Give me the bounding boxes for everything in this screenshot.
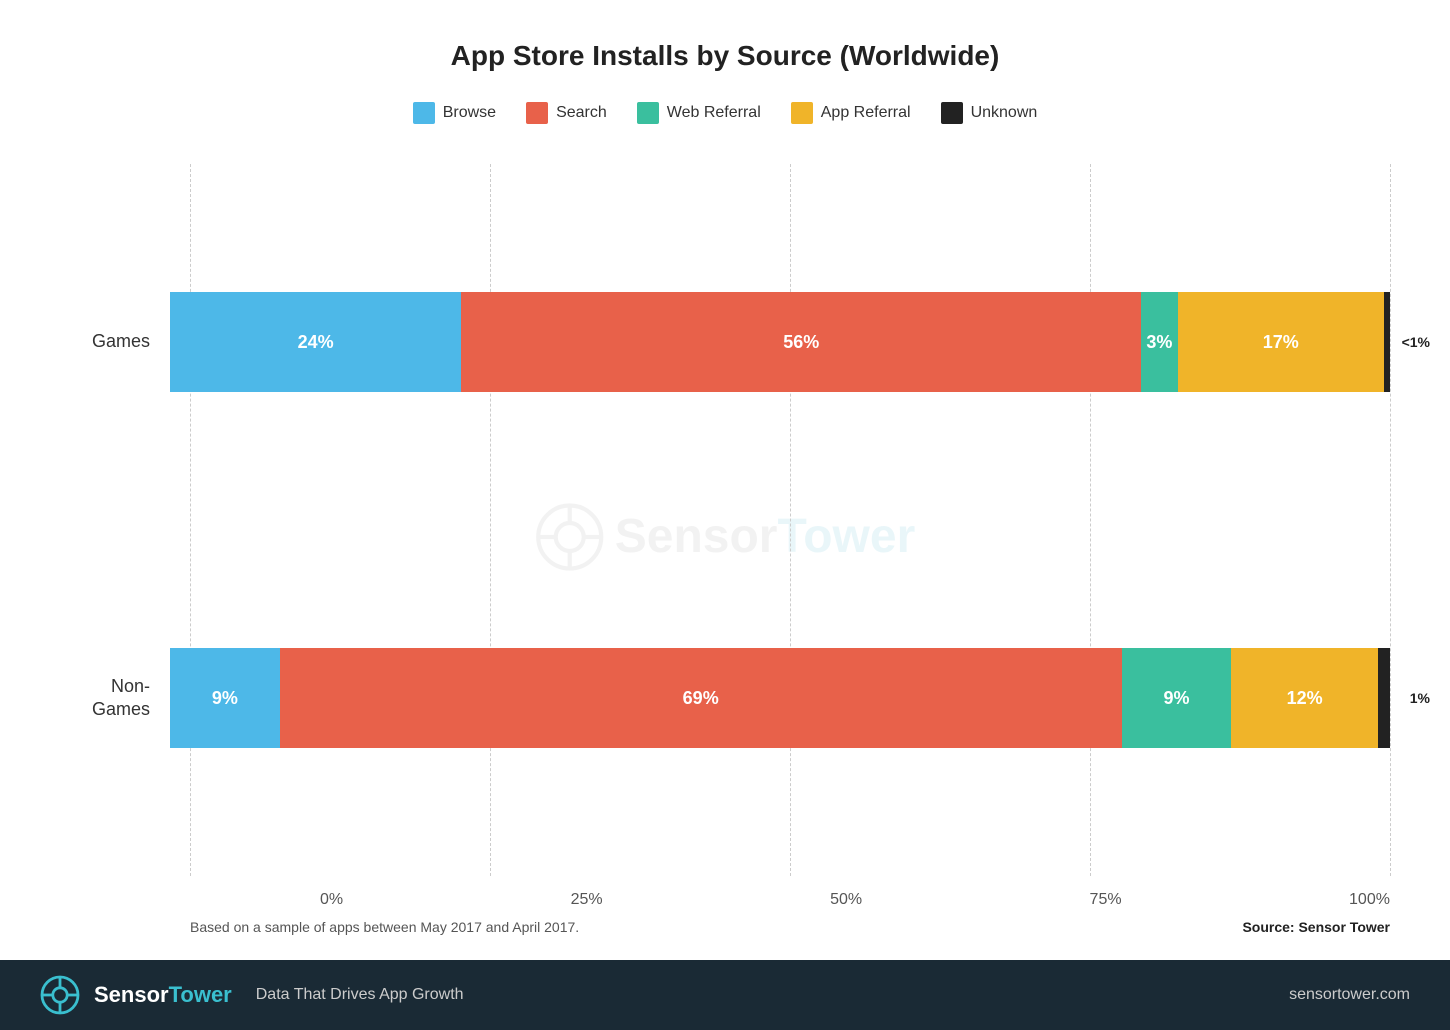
legend-label-unknown: Unknown — [971, 104, 1038, 122]
footer-tagline: Data That Drives App Growth — [256, 986, 464, 1004]
legend-item-app-referral: App Referral — [791, 102, 911, 124]
small-label-1: 1% — [1410, 690, 1430, 706]
bar-label-0: Games — [60, 330, 170, 353]
bar-segment-0-search: 56% — [461, 292, 1141, 392]
bar-1: 9%69%9%12%1% — [170, 648, 1390, 748]
bar-segment-1-app-referral: 12% — [1231, 648, 1377, 748]
footer-brand-name: SensorTower — [94, 982, 232, 1008]
legend-color-search — [526, 102, 548, 124]
x-axis-label: 75% — [1090, 891, 1122, 909]
bars-section: Games24%56%3%17%<1%Non- Games9%69%9%12%1… — [60, 164, 1390, 876]
x-axis-label: 50% — [830, 891, 862, 909]
footer-url: sensortower.com — [1289, 986, 1410, 1004]
bar-wrapper-1: 9%69%9%12%1% — [170, 648, 1390, 748]
footer-bar: SensorTower Data That Drives App Growth … — [0, 960, 1450, 1030]
footer-brand: SensorTower Data That Drives App Growth — [40, 975, 464, 1015]
bar-segment-0-unknown — [1384, 292, 1390, 392]
chart-container: App Store Installs by Source (Worldwide)… — [0, 0, 1450, 960]
grid-lines — [190, 164, 1390, 876]
legend-color-web-referral — [637, 102, 659, 124]
grid-line-75 — [1090, 164, 1091, 876]
grid-line-100 — [1390, 164, 1391, 876]
legend-label-web-referral: Web Referral — [667, 104, 761, 122]
bar-segment-1-unknown — [1378, 648, 1390, 748]
grid-line-0 — [190, 164, 191, 876]
legend-item-browse: Browse — [413, 102, 496, 124]
footnote-text: Based on a sample of apps between May 20… — [190, 919, 579, 935]
legend-item-web-referral: Web Referral — [637, 102, 761, 124]
legend: Browse Search Web Referral App Referral … — [60, 102, 1390, 124]
legend-color-browse — [413, 102, 435, 124]
x-axis-label: 100% — [1349, 891, 1390, 909]
small-label-0: <1% — [1402, 334, 1430, 350]
bar-segment-1-search: 69% — [280, 648, 1122, 748]
bar-row-0: Games24%56%3%17%<1% — [60, 292, 1390, 392]
bar-segment-1-web-referral: 9% — [1122, 648, 1232, 748]
bar-wrapper-0: 24%56%3%17%<1% — [170, 292, 1390, 392]
bar-label-1: Non- Games — [60, 675, 170, 722]
x-axis-label: 0% — [320, 891, 343, 909]
bar-segment-0-app-referral: 17% — [1178, 292, 1384, 392]
x-axis: 0% 25% 50% 75% 100% — [60, 891, 1390, 909]
source-label: Source: Sensor Tower — [1242, 919, 1390, 935]
chart-title: App Store Installs by Source (Worldwide) — [60, 40, 1390, 72]
x-axis-labels: 0% 25% 50% 75% 100% — [320, 891, 1390, 909]
grid-line-50 — [790, 164, 791, 876]
bar-segment-0-browse: 24% — [170, 292, 461, 392]
bar-segment-0-web-referral: 3% — [1141, 292, 1177, 392]
legend-color-app-referral — [791, 102, 813, 124]
bar-row-1: Non- Games9%69%9%12%1% — [60, 648, 1390, 748]
footer-logo-icon — [40, 975, 80, 1015]
legend-item-unknown: Unknown — [941, 102, 1038, 124]
grid-line-25 — [490, 164, 491, 876]
legend-label-app-referral: App Referral — [821, 104, 911, 122]
legend-color-unknown — [941, 102, 963, 124]
bar-0: 24%56%3%17%<1% — [170, 292, 1390, 392]
legend-label-search: Search — [556, 104, 607, 122]
bar-segment-1-browse: 9% — [170, 648, 280, 748]
footnote-area: Based on a sample of apps between May 20… — [60, 909, 1390, 940]
chart-area: SensorTower Games24%56%3%17%<1%Non- Game… — [60, 164, 1390, 909]
legend-label-browse: Browse — [443, 104, 496, 122]
legend-item-search: Search — [526, 102, 607, 124]
x-axis-label: 25% — [571, 891, 603, 909]
